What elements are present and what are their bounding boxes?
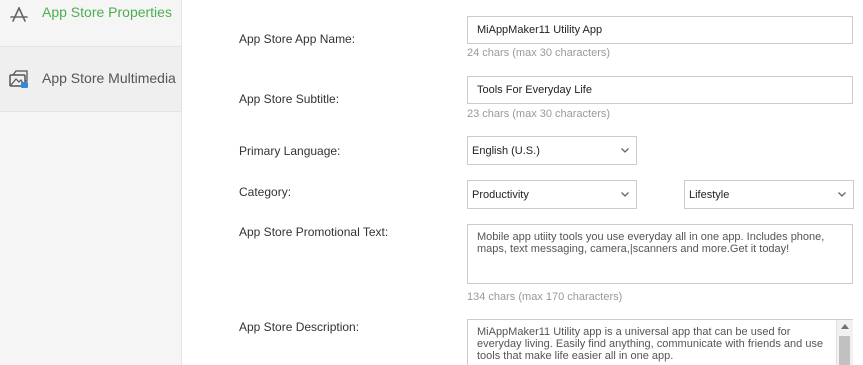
category-secondary-select[interactable]: Lifestyle bbox=[684, 180, 854, 209]
description-label: App Store Description: bbox=[239, 320, 360, 334]
chevron-down-icon bbox=[838, 192, 846, 197]
chevron-down-icon bbox=[621, 192, 629, 197]
sidebar-item-label: App Store Multimedia bbox=[42, 70, 176, 86]
primary-language-value: English (U.S.) bbox=[472, 144, 540, 157]
app-name-label: App Store App Name: bbox=[239, 32, 356, 46]
promotional-text-textarea[interactable]: Mobile app utiity tools you use everyday… bbox=[467, 224, 853, 284]
chevron-down-icon bbox=[621, 148, 629, 153]
subtitle-label: App Store Subtitle: bbox=[239, 92, 340, 106]
sidebar: App Store Properties App Store Multimedi… bbox=[0, 0, 182, 365]
promotional-text-label: App Store Promotional Text: bbox=[239, 225, 389, 239]
sidebar-item-app-store-multimedia[interactable]: App Store Multimedia bbox=[0, 47, 181, 112]
app-store-icon bbox=[7, 2, 31, 26]
app-store-settings-page: App Store Properties App Store Multimedi… bbox=[0, 0, 863, 365]
app-name-input[interactable] bbox=[467, 16, 853, 44]
category-primary-value: Productivity bbox=[472, 188, 529, 201]
scroll-up-arrow-icon[interactable] bbox=[841, 324, 849, 329]
category-secondary-value: Lifestyle bbox=[689, 188, 730, 201]
promotional-text-char-count: 134 chars (max 170 characters) bbox=[467, 291, 623, 303]
primary-language-label: Primary Language: bbox=[239, 144, 341, 158]
scroll-thumb[interactable] bbox=[839, 336, 850, 365]
subtitle-char-count: 23 chars (max 30 characters) bbox=[467, 108, 611, 120]
sidebar-item-app-store-properties[interactable]: App Store Properties bbox=[0, 0, 181, 47]
primary-language-select[interactable]: English (U.S.) bbox=[467, 136, 637, 165]
subtitle-input[interactable] bbox=[467, 76, 853, 104]
description-textarea[interactable]: MiAppMaker11 Utility app is a universal … bbox=[467, 319, 853, 365]
category-label: Category: bbox=[239, 185, 292, 199]
sidebar-item-label: App Store Properties bbox=[42, 4, 172, 20]
multimedia-icon bbox=[7, 67, 31, 91]
app-name-char-count: 24 chars (max 30 characters) bbox=[467, 47, 611, 59]
category-primary-select[interactable]: Productivity bbox=[467, 180, 637, 209]
description-scrollbar[interactable] bbox=[836, 320, 853, 365]
